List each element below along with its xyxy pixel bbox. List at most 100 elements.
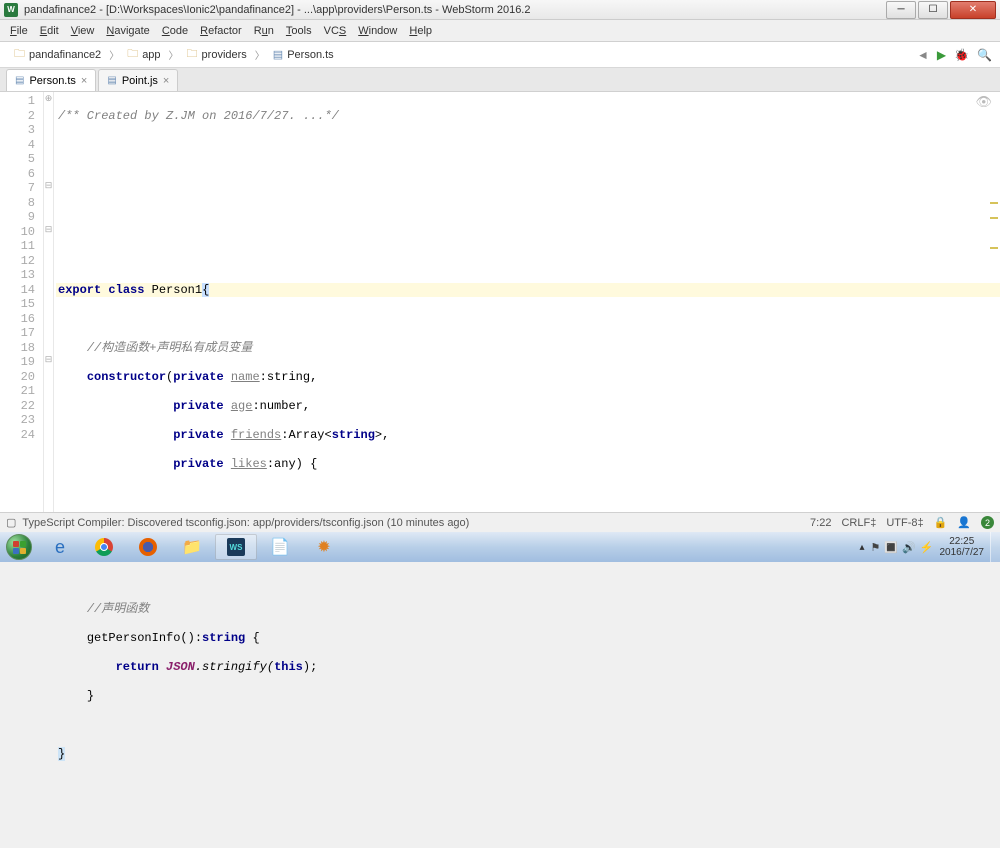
chevron-right-icon: 〉	[107, 47, 121, 62]
kw: constructor	[87, 370, 166, 384]
close-icon[interactable]: ×	[81, 75, 87, 87]
editor-tabs: ▤ Person.ts × ▤ Point.js ×	[0, 68, 1000, 92]
type: :Array<	[281, 428, 331, 442]
menu-help[interactable]: Help	[403, 23, 438, 39]
tool-window-icon[interactable]: ▢	[6, 516, 16, 529]
caret-position: 7:22	[810, 517, 831, 529]
chevron-right-icon: 〉	[167, 47, 181, 62]
breadcrumb-providers[interactable]: 🗀 providers	[181, 43, 253, 66]
time: 22:25	[940, 536, 985, 547]
close-button[interactable]	[950, 1, 996, 19]
hector-icon[interactable]: 👤	[957, 516, 971, 529]
status-message: TypeScript Compiler: Discovered tsconfig…	[22, 517, 469, 529]
menu-navigate[interactable]: Navigate	[100, 23, 155, 39]
tray-icons: ⚑ 🔳 🔊 ⚡	[871, 541, 934, 554]
taskbar-explorer[interactable]: 📁	[171, 534, 213, 560]
start-button[interactable]	[0, 532, 38, 562]
menu-refactor[interactable]: Refactor	[194, 23, 248, 39]
system-tray: ▴ ⚑ 🔳 🔊 ⚡ 22:25 2016/7/27	[853, 536, 990, 558]
breadcrumb-file[interactable]: ▤ Person.ts	[267, 46, 340, 63]
brace: {	[202, 283, 209, 297]
crumb-label: Person.ts	[287, 49, 333, 61]
kw: string	[202, 631, 245, 645]
kw: class	[108, 283, 144, 297]
type: :number,	[252, 399, 310, 413]
taskbar-firefox[interactable]	[127, 534, 169, 560]
taskbar-webstorm[interactable]: WS	[215, 534, 257, 560]
class-name: Person1	[152, 283, 202, 297]
tab-person-ts[interactable]: ▤ Person.ts ×	[6, 69, 96, 91]
error-stripe	[988, 92, 998, 165]
param: age	[231, 399, 253, 413]
param: name	[231, 370, 260, 384]
breadcrumb-app[interactable]: 🗀 app	[121, 43, 166, 66]
menu-code[interactable]: Code	[156, 23, 194, 39]
window-title: pandafinance2 - [D:\Workspaces\Ionic2\pa…	[24, 4, 884, 16]
line-separator[interactable]: CRLF‡	[841, 517, 876, 529]
status-bar: ▢ TypeScript Compiler: Discovered tsconf…	[0, 512, 1000, 532]
windows-taskbar: e 📁 WS 📄 ✹ ▴ ⚑ 🔳 🔊 ⚡ 22:25 2016/7/27	[0, 532, 1000, 562]
menu-view[interactable]: View	[65, 23, 101, 39]
brace: }	[58, 747, 65, 761]
code-area[interactable]: /** Created by Z.JM on 2016/7/27. ...*/ …	[54, 92, 1000, 532]
crumb-label: providers	[202, 49, 247, 61]
date: 2016/7/27	[940, 547, 985, 558]
line-number-gutter: 123456789101112131415161718192021222324	[0, 92, 44, 532]
back-icon[interactable]: ◄	[917, 48, 929, 62]
kw: private	[173, 370, 223, 384]
folder-icon: 🗀	[14, 45, 25, 64]
taskbar-notepad[interactable]: 📄	[259, 534, 301, 560]
crumb-label: pandafinance2	[29, 49, 101, 61]
kw: return	[116, 660, 159, 674]
tab-point-js[interactable]: ▤ Point.js ×	[98, 69, 178, 91]
battery-icon[interactable]: ⚡	[920, 541, 934, 554]
folder-icon: 🗀	[187, 45, 198, 64]
volume-icon[interactable]: 🔊	[902, 541, 916, 554]
toolbar-right: ◄ ▶ 🐞 🔍	[917, 48, 992, 62]
taskbar-app[interactable]: ✹	[303, 534, 345, 560]
window-controls	[884, 1, 996, 19]
file-icon: ▤	[107, 75, 116, 86]
run-icon[interactable]: ▶	[937, 48, 946, 62]
show-desktop-button[interactable]	[990, 532, 1000, 562]
close-icon[interactable]: ×	[163, 75, 169, 87]
kw: private	[173, 399, 223, 413]
menu-edit[interactable]: Edit	[34, 23, 65, 39]
type: :string,	[260, 370, 318, 384]
code-comment: //声明函数	[87, 602, 149, 616]
debug-icon[interactable]: 🐞	[954, 48, 969, 62]
param: likes	[231, 457, 267, 471]
breadcrumb-project[interactable]: 🗀 pandafinance2	[8, 43, 107, 66]
menu-file[interactable]: File	[4, 23, 34, 39]
lock-icon[interactable]: 🔒	[934, 516, 948, 529]
menu-run[interactable]: Run	[248, 23, 280, 39]
type: >,	[375, 428, 389, 442]
menu-window[interactable]: Window	[352, 23, 403, 39]
network-icon[interactable]: 🔳	[884, 541, 898, 554]
taskbar-chrome[interactable]	[83, 534, 125, 560]
file-icon: ▤	[15, 75, 24, 86]
brace: }	[87, 689, 94, 703]
menu-tools[interactable]: Tools	[280, 23, 318, 39]
event-badge[interactable]: 2	[981, 516, 994, 529]
maximize-button[interactable]	[918, 1, 948, 19]
clock[interactable]: 22:25 2016/7/27	[940, 536, 985, 558]
tab-label: Person.ts	[29, 75, 75, 87]
crumb-label: app	[142, 49, 160, 61]
tab-label: Point.js	[122, 75, 158, 87]
menu-vcs[interactable]: VCS	[318, 23, 353, 39]
code-editor[interactable]: 123456789101112131415161718192021222324 …	[0, 92, 1000, 532]
param: friends	[231, 428, 281, 442]
search-icon[interactable]: 🔍	[977, 48, 992, 62]
file-icon: ▤	[273, 48, 283, 61]
call: .stringify(	[195, 660, 274, 674]
flag-icon[interactable]: ⚑	[871, 541, 881, 554]
minimize-button[interactable]	[886, 1, 916, 19]
tray-expand-icon[interactable]: ▴	[859, 542, 864, 553]
kw: private	[173, 428, 223, 442]
breadcrumb-bar: 🗀pandafinance2 〉 🗀app 〉 🗀providers 〉 ▤Pe…	[0, 42, 1000, 68]
brace: {	[245, 631, 259, 645]
taskbar-ie[interactable]: e	[39, 534, 81, 560]
folder-icon: 🗀	[127, 45, 138, 64]
file-encoding[interactable]: UTF-8‡	[886, 517, 923, 529]
